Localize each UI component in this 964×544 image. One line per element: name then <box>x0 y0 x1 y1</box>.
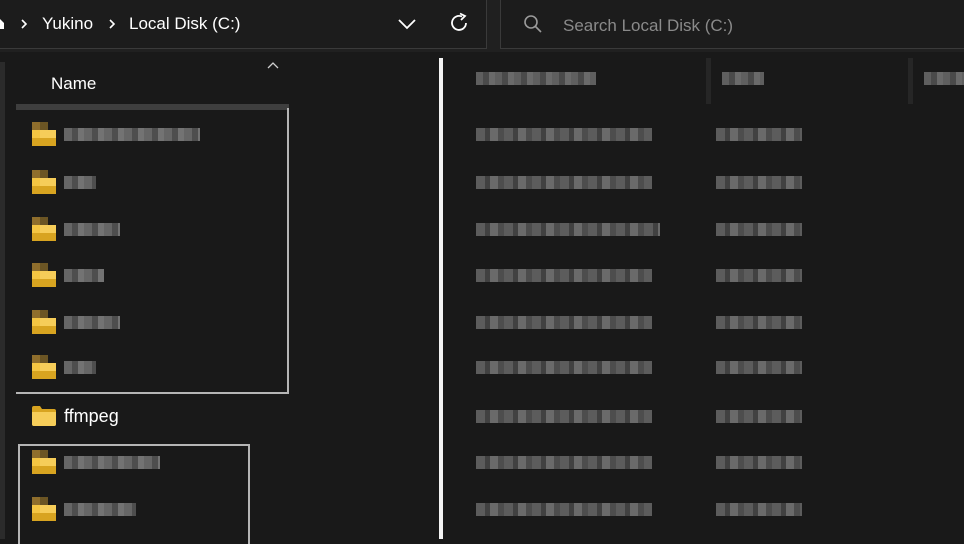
file-name <box>64 223 120 236</box>
date-modified-cell <box>476 316 652 329</box>
folder-icon <box>32 170 56 194</box>
date-modified-cell <box>476 269 652 282</box>
address-toolbar: Yukino Local Disk (C:) <box>0 0 964 52</box>
column-header-name-label: Name <box>51 74 97 93</box>
file-row[interactable] <box>30 347 290 387</box>
folder-icon <box>32 497 56 521</box>
file-name <box>64 316 120 329</box>
folder-icon <box>32 450 56 474</box>
file-row[interactable] <box>30 302 290 342</box>
file-name <box>64 176 96 189</box>
folder-icon <box>32 355 56 379</box>
file-row[interactable]: ffmpeg <box>30 396 290 436</box>
type-cell <box>716 223 802 236</box>
type-cell <box>716 128 802 141</box>
type-cell <box>716 316 802 329</box>
type-cell <box>716 456 802 469</box>
breadcrumb-item-local-disk[interactable]: Local Disk (C:) <box>129 14 240 34</box>
file-row[interactable] <box>30 255 290 295</box>
folder-icon <box>32 122 56 146</box>
file-row[interactable] <box>30 489 290 529</box>
date-modified-cell <box>476 361 652 374</box>
file-row[interactable] <box>30 442 290 482</box>
chevron-down-icon[interactable] <box>395 12 419 36</box>
file-name: ffmpeg <box>64 406 119 426</box>
search-input[interactable] <box>561 12 945 40</box>
file-name <box>64 456 160 469</box>
column-separator[interactable] <box>706 58 711 104</box>
breadcrumb-item-yukino[interactable]: Yukino <box>42 14 93 34</box>
column-divider[interactable] <box>439 58 443 539</box>
file-name <box>64 503 136 516</box>
file-row[interactable] <box>30 162 290 202</box>
chevron-right-icon[interactable] <box>107 16 117 32</box>
type-cell <box>716 361 802 374</box>
folder-icon <box>32 310 56 334</box>
folder-icon <box>32 217 56 241</box>
file-row[interactable] <box>30 209 290 249</box>
chevron-up-icon <box>267 62 279 69</box>
file-row[interactable] <box>30 114 290 154</box>
date-modified-cell <box>476 176 652 189</box>
search-icon <box>524 15 542 33</box>
folder-icon <box>32 406 56 426</box>
date-modified-cell <box>476 503 652 516</box>
chevron-right-icon[interactable] <box>19 16 29 32</box>
type-cell <box>716 410 802 423</box>
nav-pane-edge <box>0 62 5 539</box>
type-cell <box>716 503 802 516</box>
column-separator[interactable] <box>908 58 913 104</box>
file-name <box>64 128 200 141</box>
address-bar[interactable]: Yukino Local Disk (C:) <box>0 0 487 49</box>
folder-icon <box>32 263 56 287</box>
type-cell <box>716 269 802 282</box>
date-modified-cell <box>476 456 652 469</box>
type-cell <box>716 176 802 189</box>
file-name <box>64 269 104 282</box>
column-header-date-modified[interactable] <box>476 72 596 85</box>
column-header-type[interactable] <box>722 72 764 85</box>
search-box[interactable] <box>500 0 964 49</box>
date-modified-cell <box>476 128 652 141</box>
date-modified-cell <box>476 223 660 236</box>
date-modified-cell <box>476 410 652 423</box>
refresh-icon[interactable] <box>447 11 471 35</box>
column-header-size[interactable] <box>924 72 964 85</box>
file-list: Name ffmpeg <box>0 52 964 544</box>
file-name <box>64 361 96 374</box>
home-icon[interactable] <box>0 19 4 29</box>
column-header-name[interactable]: Name <box>20 52 290 106</box>
